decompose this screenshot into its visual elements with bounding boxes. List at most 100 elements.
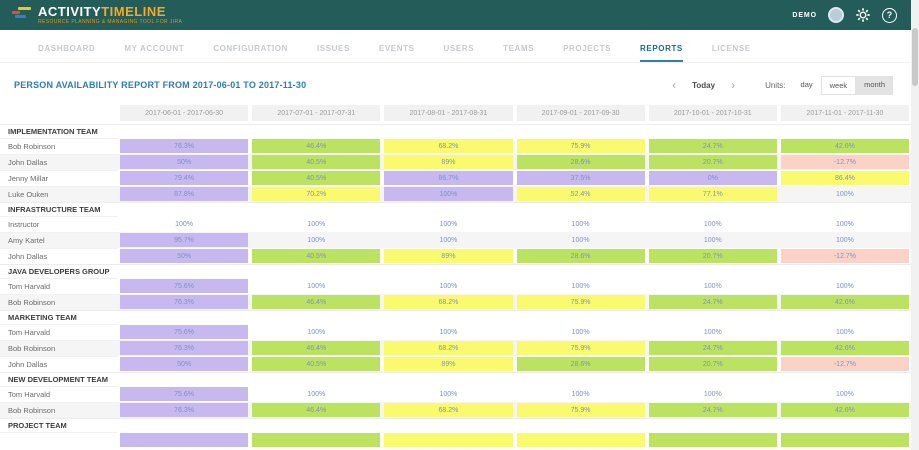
availability-cell[interactable]: 76.3% <box>120 295 248 309</box>
availability-cell[interactable]: 100% <box>252 233 380 247</box>
availability-cell[interactable]: 28.6% <box>517 155 645 169</box>
availability-cell[interactable]: 75.6% <box>120 325 248 339</box>
availability-cell[interactable]: 50% <box>120 357 248 371</box>
availability-cell[interactable]: 77.1% <box>649 187 777 201</box>
nav-tab-teams[interactable]: TEAMS <box>503 44 534 62</box>
availability-cell[interactable]: 100% <box>384 217 512 231</box>
availability-cell[interactable]: 37.5% <box>517 171 645 185</box>
availability-cell[interactable]: 100% <box>384 325 512 339</box>
availability-cell[interactable]: 75.9% <box>517 341 645 355</box>
availability-cell[interactable]: 68.2% <box>384 139 512 153</box>
availability-cell[interactable]: 100% <box>384 187 512 201</box>
availability-cell[interactable]: 75.9% <box>517 295 645 309</box>
availability-cell[interactable]: 100% <box>781 325 909 339</box>
availability-cell[interactable]: 100% <box>649 387 777 401</box>
next-period-icon[interactable]: › <box>731 80 735 90</box>
availability-cell[interactable]: 50% <box>120 155 248 169</box>
availability-cell[interactable]: 100% <box>252 279 380 293</box>
availability-cell[interactable]: 46.4% <box>252 403 380 417</box>
availability-cell[interactable]: 75.6% <box>120 387 248 401</box>
availability-cell[interactable]: 76.3% <box>120 139 248 153</box>
nav-tab-reports[interactable]: REPORTS <box>640 44 683 62</box>
availability-cell[interactable]: 100% <box>649 325 777 339</box>
availability-cell[interactable]: 46.4% <box>252 139 380 153</box>
availability-cell[interactable]: 70.2% <box>252 187 380 201</box>
availability-cell[interactable]: 100% <box>384 279 512 293</box>
availability-cell[interactable]: 20.7% <box>649 155 777 169</box>
availability-cell[interactable]: 100% <box>781 387 909 401</box>
availability-cell[interactable]: -12.7% <box>781 249 909 263</box>
availability-cell[interactable] <box>252 433 380 447</box>
availability-cell[interactable]: 89% <box>384 155 512 169</box>
availability-cell[interactable]: 100% <box>120 217 248 231</box>
user-avatar[interactable] <box>828 7 844 23</box>
availability-cell[interactable]: 100% <box>252 325 380 339</box>
availability-cell[interactable]: 24.7% <box>649 295 777 309</box>
availability-cell[interactable]: 68.2% <box>384 403 512 417</box>
availability-cell[interactable]: 24.7% <box>649 139 777 153</box>
availability-cell[interactable]: 68.2% <box>384 341 512 355</box>
availability-cell[interactable]: 100% <box>781 217 909 231</box>
nav-tab-license[interactable]: LICENSE <box>712 44 751 62</box>
scrollbar-thumb[interactable] <box>912 28 918 86</box>
availability-cell[interactable]: 100% <box>781 187 909 201</box>
availability-cell[interactable]: 100% <box>384 233 512 247</box>
availability-cell[interactable]: 24.7% <box>649 341 777 355</box>
availability-cell[interactable] <box>781 433 909 447</box>
unit-button-day[interactable]: day <box>793 76 821 95</box>
settings-gear-icon[interactable] <box>855 7 871 23</box>
availability-cell[interactable]: 20.7% <box>649 357 777 371</box>
availability-cell[interactable]: 28.6% <box>517 357 645 371</box>
availability-cell[interactable]: 87.8% <box>120 187 248 201</box>
availability-cell[interactable]: 95.7% <box>120 233 248 247</box>
availability-cell[interactable]: 100% <box>384 387 512 401</box>
nav-tab-users[interactable]: USERS <box>444 44 475 62</box>
availability-cell[interactable]: 68.2% <box>384 295 512 309</box>
availability-cell[interactable]: 42.6% <box>781 295 909 309</box>
availability-cell[interactable]: 79.4% <box>120 171 248 185</box>
nav-tab-events[interactable]: EVENTS <box>379 44 415 62</box>
availability-cell[interactable]: 100% <box>517 387 645 401</box>
availability-cell[interactable]: 40.5% <box>252 357 380 371</box>
help-icon[interactable]: ? <box>882 8 897 23</box>
availability-cell[interactable]: 28.6% <box>517 249 645 263</box>
availability-cell[interactable]: 100% <box>649 279 777 293</box>
availability-cell[interactable]: 0% <box>649 171 777 185</box>
availability-cell[interactable]: -12.7% <box>781 155 909 169</box>
availability-cell[interactable]: 42.6% <box>781 341 909 355</box>
availability-cell[interactable]: 100% <box>517 233 645 247</box>
nav-tab-configuration[interactable]: CONFIGURATION <box>213 44 288 62</box>
prev-period-icon[interactable]: ‹ <box>672 80 676 90</box>
availability-cell[interactable]: 89% <box>384 357 512 371</box>
app-logo[interactable]: ACTIVITYTIMELINE RESOURCE PLANNING & MAN… <box>12 5 182 25</box>
availability-cell[interactable]: 40.5% <box>252 155 380 169</box>
availability-cell[interactable]: 52.4% <box>517 187 645 201</box>
unit-button-week[interactable]: week <box>821 76 857 95</box>
availability-cell[interactable]: 76.3% <box>120 403 248 417</box>
availability-cell[interactable]: 46.4% <box>252 341 380 355</box>
availability-cell[interactable] <box>384 433 512 447</box>
availability-cell[interactable]: 100% <box>517 279 645 293</box>
vertical-scrollbar[interactable] <box>911 0 919 450</box>
availability-cell[interactable]: 46.4% <box>252 295 380 309</box>
availability-cell[interactable]: 100% <box>781 279 909 293</box>
unit-button-month[interactable]: month <box>856 76 893 95</box>
nav-tab-issues[interactable]: ISSUES <box>317 44 350 62</box>
availability-cell[interactable]: 40.5% <box>252 171 380 185</box>
availability-cell[interactable]: 100% <box>252 217 380 231</box>
availability-cell[interactable]: 100% <box>781 233 909 247</box>
availability-cell[interactable]: -12.7% <box>781 357 909 371</box>
availability-cell[interactable]: 40.5% <box>252 249 380 263</box>
nav-tab-dashboard[interactable]: DASHBOARD <box>38 44 95 62</box>
availability-cell[interactable]: 76.3% <box>120 341 248 355</box>
availability-cell[interactable]: 20.7% <box>649 249 777 263</box>
availability-cell[interactable]: 86.7% <box>384 171 512 185</box>
nav-tab-projects[interactable]: PROJECTS <box>563 44 611 62</box>
availability-cell[interactable]: 42.6% <box>781 139 909 153</box>
availability-cell[interactable]: 89% <box>384 249 512 263</box>
availability-cell[interactable]: 24.7% <box>649 403 777 417</box>
availability-cell[interactable]: 100% <box>649 217 777 231</box>
nav-tab-my-account[interactable]: MY ACCOUNT <box>124 44 184 62</box>
availability-cell[interactable] <box>120 433 248 447</box>
availability-cell[interactable]: 42.6% <box>781 403 909 417</box>
